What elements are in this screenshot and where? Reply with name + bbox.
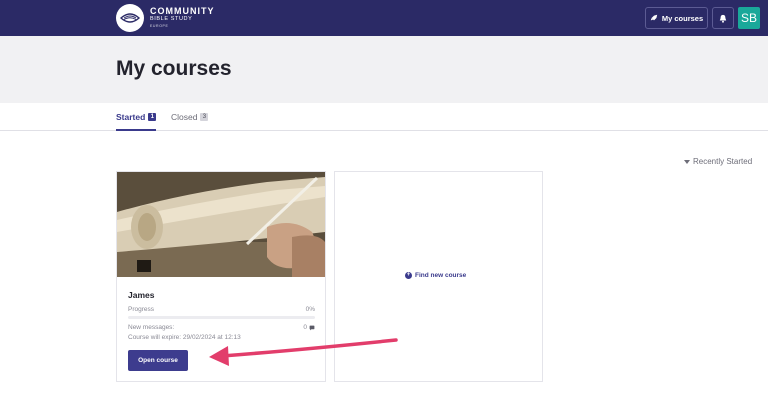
expire-row: Course will expire: 29/02/2024 at 12:13 [128,334,315,341]
scroll-quill-illustration [117,172,325,277]
sort-dropdown[interactable]: Recently Started [684,157,752,166]
messages-row: New messages: 0 [128,324,315,331]
messages-count: 0 [303,324,307,331]
brand-line-2: BIBLE STUDY [150,16,193,22]
top-navbar: COMMUNITY BIBLE STUDY EUROPE My courses … [0,0,768,36]
logo-icon [120,13,140,23]
expire-text: Course will expire: 29/02/2024 at 12:13 [128,334,241,341]
my-courses-button[interactable]: My courses [645,7,708,29]
messages-count-wrap: 0 [303,324,315,331]
progress-label: Progress [128,306,155,313]
brand-line-3: EUROPE [150,24,169,28]
open-course-button[interactable]: Open course [128,350,188,371]
notifications-button[interactable] [712,7,734,29]
user-avatar[interactable]: SB [738,7,760,29]
bell-icon [719,14,727,23]
progress-row: Progress 0% [128,306,315,313]
tab-started-count: 1 [148,113,157,121]
course-image [117,172,325,277]
sort-label: Recently Started [693,157,753,166]
caret-down-icon [684,159,690,164]
page-title: My courses [116,57,232,80]
course-tabs: Started 1 Closed 3 [0,103,768,131]
my-courses-label: My courses [661,13,704,23]
tab-closed-count: 3 [200,113,209,121]
messages-label: New messages: [128,324,175,331]
tab-closed-label: Closed [171,112,198,122]
comment-icon [309,325,315,330]
brand-name: COMMUNITY BIBLE STUDY EUROPE [150,6,215,29]
tab-closed[interactable]: Closed 3 [171,112,209,122]
tab-started[interactable]: Started 1 [116,112,157,131]
course-title: James [128,290,155,300]
find-new-course-link[interactable]: + Find new course [405,272,466,279]
plus-circle-icon: + [405,272,412,279]
tab-started-label: Started [116,112,146,122]
logo[interactable] [116,4,144,32]
progress-value: 0% [305,306,315,313]
brand-line-1: COMMUNITY [150,6,215,16]
rocket-icon [650,14,658,21]
course-card: James Progress 0% New messages: 0 Course… [116,171,326,382]
progress-bar [128,316,315,319]
find-new-course-label: Find new course [415,272,467,279]
find-course-card[interactable]: + Find new course [334,171,543,382]
